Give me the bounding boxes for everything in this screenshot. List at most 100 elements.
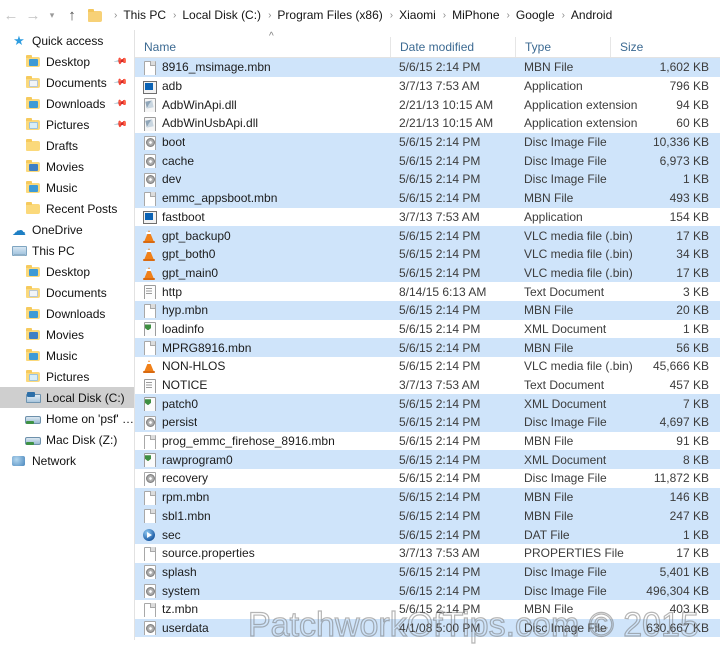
breadcrumb-separator-1: › — [173, 9, 177, 21]
sidebar-group-network[interactable]: Network — [0, 450, 134, 471]
file-date-modified: 5/6/15 2:14 PM — [399, 527, 481, 542]
table-row[interactable]: gpt_backup0 5/6/15 2:14 PM VLC media file … — [135, 226, 720, 245]
sidebar-group-quick-access[interactable]: ★ Quick access — [0, 30, 134, 51]
table-row[interactable]: prog_emmc_firehose_8916.mbn 5/6/15 2:14 P… — [135, 432, 720, 451]
sidebar-item-recent-posts[interactable]: Recent Posts — [0, 198, 134, 219]
file-size: 1 KB — [682, 527, 709, 542]
sidebar-item-music[interactable]: Music — [0, 177, 134, 198]
table-row[interactable]: boot 5/6/15 2:14 PM Disc Image File 10,336 … — [135, 132, 720, 152]
file-name-cell: rpm.mbn — [135, 490, 390, 505]
recent-locations-button[interactable]: ▾ — [44, 3, 60, 27]
pin-icon[interactable]: 📌 — [113, 117, 128, 133]
breadcrumb-item-android[interactable]: Android — [570, 8, 613, 22]
file-size: 3 KB — [682, 284, 709, 299]
table-row[interactable]: loadinfo 5/6/15 2:14 PM XML Document 1 KB — [135, 320, 720, 339]
breadcrumb-item-google[interactable]: Google — [515, 8, 556, 22]
file-name-cell: adb — [135, 79, 390, 94]
sidebar-item-documents[interactable]: Documents — [0, 282, 134, 303]
file-name: patch0 — [162, 396, 199, 411]
table-row[interactable]: patch0 5/6/15 2:14 PM XML Document 7 KB — [135, 394, 720, 414]
breadcrumb-item-miphone[interactable]: MiPhone — [451, 8, 500, 22]
table-row[interactable]: rpm.mbn 5/6/15 2:14 PM MBN File 146 KB — [135, 487, 720, 507]
table-row[interactable]: NOTICE 3/7/13 7:53 AM Text Document 457 KB — [135, 376, 720, 395]
file-type: Disc Image File — [524, 415, 607, 430]
sidebar-item-downloads[interactable]: Downloads 📌 — [0, 93, 134, 114]
back-button[interactable]: ← — [0, 3, 22, 27]
table-row[interactable]: cache 5/6/15 2:14 PM Disc Image File 6,973 … — [135, 151, 720, 171]
file-rows[interactable]: 8916_msimage.mbn 5/6/15 2:14 PM MBN File 1,… — [135, 58, 720, 638]
sidebar-item-movies[interactable]: Movies — [0, 324, 134, 345]
table-row[interactable]: splash 5/6/15 2:14 PM Disc Image File 5,401… — [135, 562, 720, 582]
file-name: fastboot — [162, 209, 205, 224]
sidebar-item-pictures[interactable]: Pictures 📌 — [0, 114, 134, 135]
forward-button[interactable]: → — [22, 3, 44, 27]
column-header-name[interactable]: Name — [135, 37, 390, 57]
table-row[interactable]: gpt_main0 5/6/15 2:14 PM VLC media file (.… — [135, 263, 720, 283]
star-icon: ★ — [13, 32, 25, 48]
sidebar-item-movies[interactable]: Movies — [0, 156, 134, 177]
sidebar-item-desktop[interactable]: Desktop 📌 — [0, 51, 134, 72]
file-name-cell: http — [135, 284, 390, 300]
dat-media-icon — [142, 527, 156, 542]
pin-icon[interactable]: 📌 — [113, 96, 128, 112]
pin-icon[interactable]: 📌 — [113, 54, 128, 70]
table-row[interactable]: adb 3/7/13 7:53 AM Application 796 KB — [135, 77, 720, 96]
sidebar-item-pictures[interactable]: Pictures — [0, 366, 134, 387]
table-row[interactable]: sec 5/6/15 2:14 PM DAT File 1 KB — [135, 525, 720, 544]
sidebar-item-music[interactable]: Music — [0, 345, 134, 366]
table-row[interactable]: fastboot 3/7/13 7:53 AM Application 154 KB — [135, 208, 720, 227]
table-row[interactable]: dev 5/6/15 2:14 PM Disc Image File 1 KB — [135, 170, 720, 189]
up-button[interactable]: ↑ — [60, 3, 84, 27]
navigation-pane[interactable]: ★ Quick access Desktop 📌 Documents 📌 Downloads… — [0, 30, 134, 647]
breadcrumb-item-program-files[interactable]: Program Files (x86) — [276, 8, 383, 22]
folder-documents-icon — [25, 75, 41, 91]
table-row[interactable]: rawprogram0 5/6/15 2:14 PM XML Document 8 K… — [135, 450, 720, 470]
table-row[interactable]: 8916_msimage.mbn 5/6/15 2:14 PM MBN File 1,… — [135, 58, 720, 77]
blank-file-icon — [142, 340, 156, 356]
folder-music-icon — [25, 180, 41, 196]
sidebar-group-this-pc[interactable]: This PC — [0, 240, 134, 261]
breadcrumb-separator-6: › — [561, 9, 565, 21]
sidebar-item-documents[interactable]: Documents 📌 — [0, 72, 134, 93]
table-row[interactable]: NON-HLOS 5/6/15 2:14 PM VLC media file (.b… — [135, 357, 720, 376]
table-row[interactable]: hyp.mbn 5/6/15 2:14 PM MBN File 20 KB — [135, 300, 720, 320]
file-type: PROPERTIES File — [524, 546, 624, 561]
breadcrumb-item-xiaomi[interactable]: Xiaomi — [398, 8, 437, 22]
column-header-date-modified[interactable]: Date modified — [390, 37, 515, 57]
pin-icon[interactable]: 📌 — [113, 75, 128, 91]
table-row[interactable]: persist 5/6/15 2:14 PM Disc Image File 4,69… — [135, 413, 720, 432]
table-row[interactable]: tz.mbn 5/6/15 2:14 PM MBN File 403 KB — [135, 600, 720, 619]
disc-image-icon — [142, 620, 156, 636]
table-row[interactable]: http 8/14/15 6:13 AM Text Document 3 KB — [135, 282, 720, 301]
sidebar-item-drafts[interactable]: Drafts — [0, 135, 134, 156]
table-row[interactable]: userdata 4/1/08 5:00 PM Disc Image File 630… — [135, 618, 720, 638]
table-row[interactable]: source.properties 3/7/13 7:53 AM PROPERTIE… — [135, 544, 720, 563]
disc-image-icon — [142, 172, 156, 187]
column-header-type[interactable]: Type — [515, 37, 610, 57]
sidebar-item-home-on-psf-y-[interactable]: Home on 'psf' (Y:) — [0, 408, 134, 429]
file-name: AdbWinUsbApi.dll — [162, 116, 259, 131]
table-row[interactable]: AdbWinApi.dll 2/21/13 10:15 AM Application… — [135, 95, 720, 114]
vlc-media-icon — [142, 247, 156, 262]
sidebar-group-onedrive[interactable]: ☁ OneDrive — [0, 219, 134, 240]
folder-icon — [25, 201, 41, 217]
sidebar-item-downloads[interactable]: Downloads — [0, 303, 134, 324]
sidebar-item-mac-disk-z-[interactable]: Mac Disk (Z:) — [0, 429, 134, 450]
breadcrumb-item-local-disk[interactable]: Local Disk (C:) — [181, 8, 262, 22]
table-row[interactable]: gpt_both0 5/6/15 2:14 PM VLC media file (.… — [135, 244, 720, 264]
breadcrumb-item-this-pc[interactable]: This PC — [122, 8, 167, 22]
table-row[interactable]: recovery 5/6/15 2:14 PM Disc Image File 11,… — [135, 469, 720, 488]
table-row[interactable]: emmc_appsboot.mbn 5/6/15 2:14 PM MBN File 4… — [135, 188, 720, 208]
sidebar-item-desktop[interactable]: Desktop — [0, 261, 134, 282]
file-type: XML Document — [524, 452, 607, 467]
file-date-modified: 5/6/15 2:14 PM — [399, 135, 481, 150]
file-name: splash — [162, 564, 197, 579]
column-header-size[interactable]: Size — [610, 37, 720, 57]
table-row[interactable]: MPRG8916.mbn 5/6/15 2:14 PM MBN File 56 KB — [135, 338, 720, 357]
table-row[interactable]: AdbWinUsbApi.dll 2/21/13 10:15 AM Applicat… — [135, 114, 720, 133]
table-row[interactable]: system 5/6/15 2:14 PM Disc Image File 496,3… — [135, 581, 720, 600]
table-row[interactable]: sbl1.mbn 5/6/15 2:14 PM MBN File 247 KB — [135, 506, 720, 526]
sidebar-item-label: Music — [46, 348, 78, 363]
file-date-modified: 5/6/15 2:14 PM — [399, 60, 481, 75]
sidebar-item-local-disk-c-[interactable]: Local Disk (C:) — [0, 387, 134, 408]
